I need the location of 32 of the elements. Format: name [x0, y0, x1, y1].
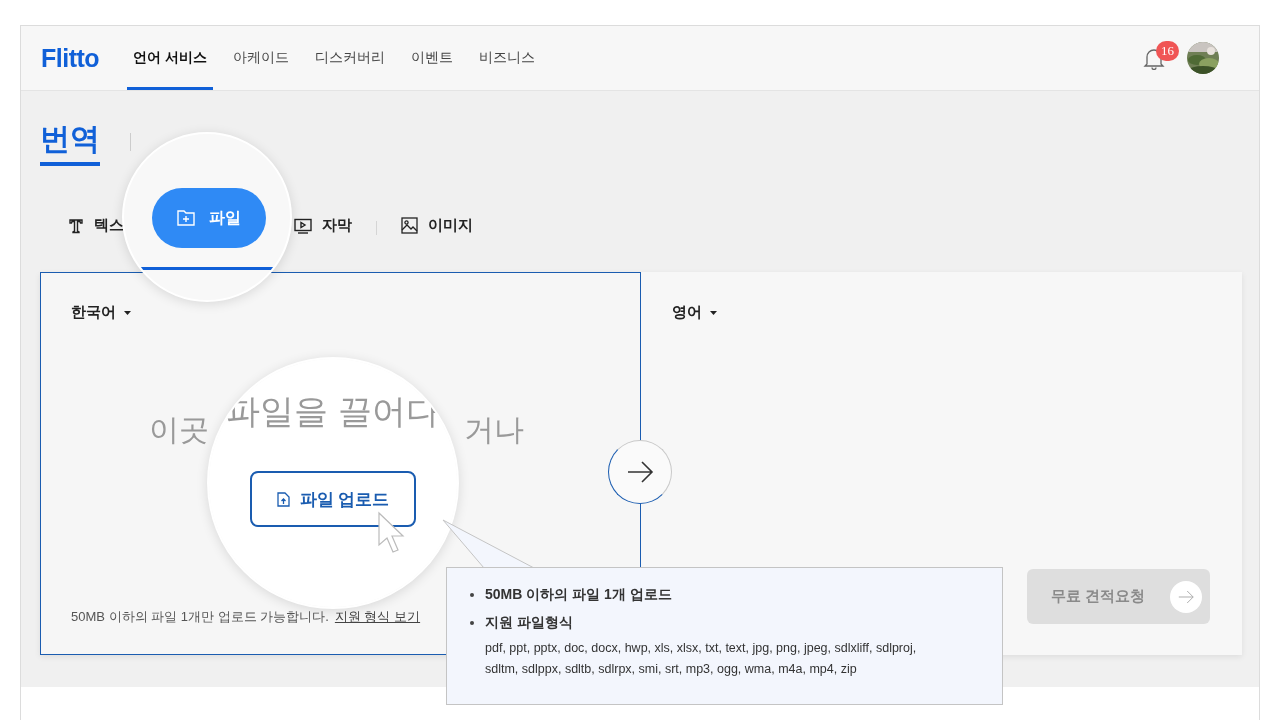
tooltip-title: 50MB 이하의 파일 1개 업로드 — [485, 586, 673, 604]
file-upload-icon — [276, 491, 290, 507]
nav-item[interactable]: 디스커버리 — [309, 26, 391, 90]
upload-button[interactable]: 파일 업로드 — [250, 471, 416, 527]
caret-icon — [124, 310, 131, 315]
drop-text: 이곳 — [149, 412, 209, 448]
format-list: pdf, ppt, pptx, doc, docx, hwp, xls, xlsx, txt, text, jpg, png, jpeg, sdlxliff, sdlproj, sdltm, sdlppx, sdltb, sdlrpx, smi, srt, mp3, ogg, wma, m4a, mp4, zip — [485, 638, 925, 680]
service-tab[interactable]: 텍스 — [68, 216, 124, 240]
video-icon — [294, 217, 312, 234]
drop-text: 거나 — [464, 412, 524, 448]
service-tab[interactable]: 자막 — [294, 216, 352, 240]
service-tab[interactable]: 이미지 — [401, 216, 473, 240]
language-dropdown[interactable]: 한국어 — [71, 303, 640, 322]
main-tab[interactable]: 번역 — [40, 118, 100, 166]
nav-item[interactable]: 아케이드 — [227, 26, 295, 90]
folder-icon — [177, 210, 195, 226]
upload-note: 50MB 이하의 파일 1개만 업로드 가능합니다. — [71, 608, 329, 626]
bullet-icon — [470, 621, 474, 625]
image-icon — [401, 217, 418, 234]
text-icon — [68, 217, 84, 234]
cursor-icon — [377, 511, 405, 555]
nav-item[interactable]: 이벤트 — [405, 26, 459, 90]
nav-item[interactable]: 언어 서비스 — [127, 26, 213, 90]
formats-link[interactable]: 지원 형식 보기 — [334, 608, 421, 626]
nav-item[interactable]: 비즈니스 — [473, 26, 541, 90]
tooltip-title: 지원 파일형식 — [485, 614, 574, 632]
bullet-icon — [470, 593, 474, 597]
logo[interactable]: Flitto — [41, 26, 100, 90]
drop-text: 파일을 끌어다 — [226, 391, 440, 432]
notification-badge: 16 — [1156, 41, 1179, 61]
caret-icon — [710, 310, 717, 315]
language-dropdown[interactable]: 영어 — [672, 303, 1241, 322]
